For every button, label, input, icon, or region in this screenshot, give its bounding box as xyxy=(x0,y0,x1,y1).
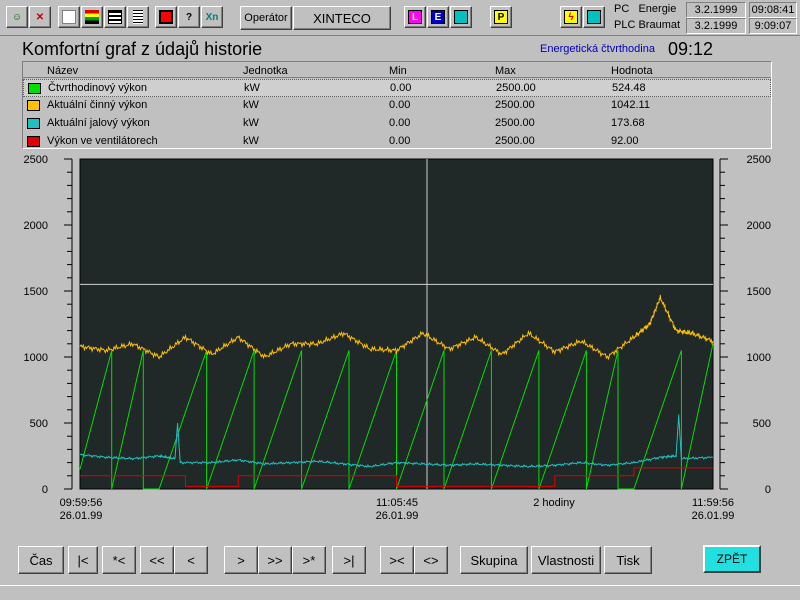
group-button[interactable]: Skupina xyxy=(460,546,528,574)
y-tick-label-left: 1500 xyxy=(24,286,48,298)
properties-button[interactable]: Vlastnosti xyxy=(531,546,601,574)
y-tick-label-left: 2500 xyxy=(24,154,48,166)
y-tick-label-left: 500 xyxy=(30,418,48,430)
y-tick-label-right: 0 xyxy=(765,484,771,496)
history-chart[interactable]: 0 0 500 500 1000 1000 1500 1500 2000 2000 2500 2500… xyxy=(0,0,800,540)
y-tick-label-right: 1500 xyxy=(747,286,771,298)
forward-star-button[interactable]: >* xyxy=(292,546,326,574)
y-axis-right xyxy=(716,152,772,492)
x-tick-label-time: 09:59:56 xyxy=(60,497,103,509)
last-button[interactable]: >| xyxy=(332,546,366,574)
x-tick-label-time: 2 hodiny xyxy=(533,497,575,509)
back-button[interactable]: ZPĚT xyxy=(703,545,761,573)
y-tick-label-right: 2500 xyxy=(747,154,771,166)
y-tick-label-right: 1000 xyxy=(747,352,771,364)
x-tick-label-time: 11:59:56 xyxy=(692,497,734,509)
status-bar xyxy=(0,585,800,600)
x-tick-label-date: 26.01.99 xyxy=(376,510,419,522)
forward-button[interactable]: > xyxy=(224,546,258,574)
time-button[interactable]: Čas xyxy=(18,546,64,574)
print-button[interactable]: Tisk xyxy=(604,546,652,574)
y-tick-label-left: 2000 xyxy=(24,220,48,232)
y-tick-label-left: 1000 xyxy=(24,352,48,364)
fast-back-button[interactable]: << xyxy=(140,546,174,574)
y-tick-label-right: 500 xyxy=(753,418,771,430)
y-tick-label-left: 0 xyxy=(42,484,48,496)
x-tick-label-date: 26.01.99 xyxy=(60,510,103,522)
fast-forward-button[interactable]: >> xyxy=(258,546,292,574)
y-tick-label-right: 2000 xyxy=(747,220,771,232)
zoom-in-button[interactable]: >< xyxy=(380,546,414,574)
back-button-step[interactable]: < xyxy=(174,546,208,574)
x-tick-label-date: 26.01.99 xyxy=(692,510,735,522)
back-star-button[interactable]: *< xyxy=(102,546,136,574)
zoom-out-button[interactable]: <> xyxy=(414,546,448,574)
first-button[interactable]: |< xyxy=(68,546,98,574)
y-axis-left xyxy=(22,152,78,492)
x-tick-label-time: 11:05:45 xyxy=(376,497,418,509)
